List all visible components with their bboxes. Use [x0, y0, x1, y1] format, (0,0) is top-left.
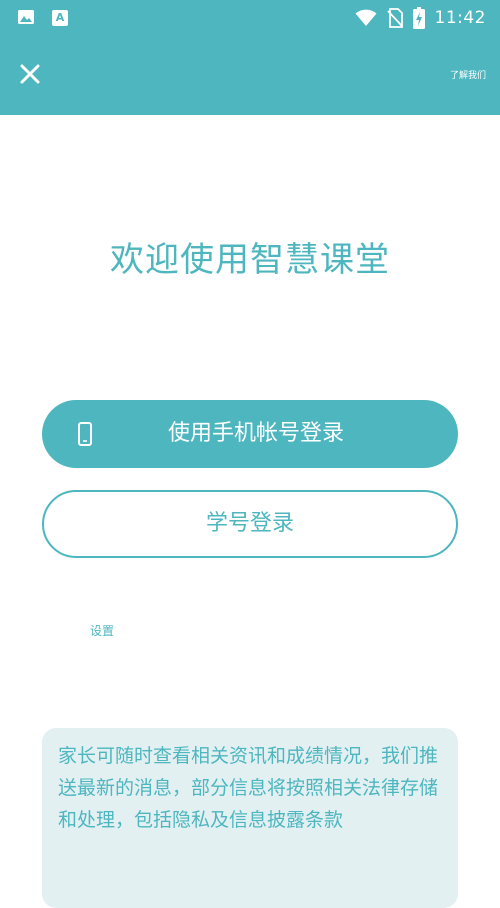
status-time: 11:42 — [434, 8, 486, 28]
image-icon — [18, 10, 34, 24]
phone-login-label: 使用手机帐号登录 — [167, 421, 344, 446]
student-id-login-button[interactable]: 学号登录 — [42, 490, 458, 558]
a-icon-letter: A — [55, 11, 65, 24]
app-header: A 11:42 了解我们 — [0, 0, 500, 115]
privacy-notice-text: 家长可随时查看相关资讯和成绩情况，我们推送最新的消息，部分信息将按照相关法律存储… — [58, 745, 439, 831]
welcome-title: 欢迎使用智慧课堂 — [110, 240, 390, 280]
battery-charging-icon — [412, 7, 425, 29]
about-us-link[interactable]: 了解我们 — [450, 68, 486, 81]
a-icon: A — [52, 10, 68, 26]
phone-login-button[interactable]: 使用手机帐号登录 — [42, 400, 458, 468]
privacy-notice: 家长可随时查看相关资讯和成绩情况，我们推送最新的消息，部分信息将按照相关法律存储… — [42, 728, 458, 908]
wifi-icon — [355, 9, 376, 26]
status-bar-right: 11:42 — [355, 7, 487, 29]
no-sim-icon — [386, 8, 403, 28]
status-bar: A 11:42 — [0, 0, 500, 36]
settings-link[interactable]: 设置 — [90, 622, 114, 639]
student-id-login-label: 学号登录 — [205, 511, 294, 536]
close-icon[interactable] — [18, 62, 42, 86]
